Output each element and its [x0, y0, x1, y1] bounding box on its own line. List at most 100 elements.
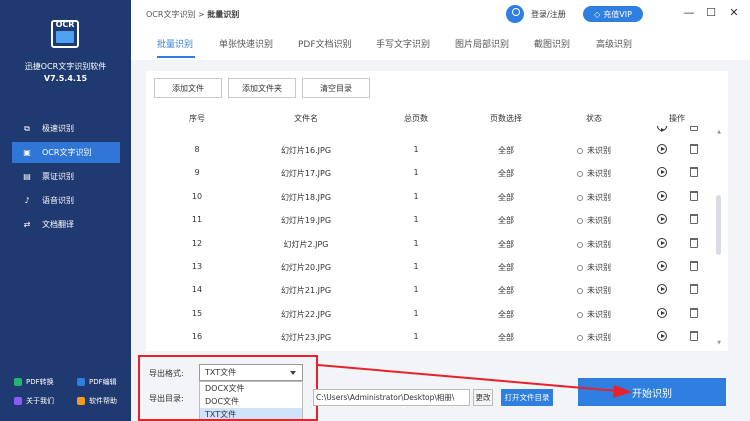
- trash-icon[interactable]: [690, 284, 698, 294]
- pdf-convert-icon: [14, 378, 22, 386]
- row-number: 9: [194, 168, 200, 177]
- clear-list-button[interactable]: 清空目录: [302, 78, 370, 98]
- add-file-button[interactable]: 添加文件: [154, 78, 222, 98]
- sidebar-item-ticket[interactable]: ▤ 票证识别: [12, 166, 120, 187]
- user-avatar-icon[interactable]: [506, 5, 524, 23]
- trash-icon[interactable]: [690, 214, 698, 224]
- close-button[interactable]: ✕: [727, 5, 741, 21]
- ocr-scan-icon: ⧉: [24, 123, 30, 133]
- row-filename: 幻灯片16.JPG: [280, 146, 332, 155]
- col-filename: 文件名: [294, 114, 318, 123]
- play-icon[interactable]: [657, 238, 667, 248]
- tab-screenshot[interactable]: 截图识别: [534, 37, 570, 50]
- trash-icon[interactable]: [690, 331, 698, 341]
- col-actions: 操作: [669, 114, 685, 123]
- row-number: 15: [191, 309, 203, 318]
- row-filename: 幻灯片17.JPG: [280, 169, 332, 178]
- tab-advanced[interactable]: 高级识别: [596, 37, 632, 50]
- row-page-range: 全部: [498, 240, 514, 249]
- footer-pdf-edit[interactable]: PDF编辑: [77, 377, 117, 387]
- row-page-range: 全部: [498, 216, 514, 225]
- sidebar-item-translate[interactable]: ⇄ 文档翻译: [12, 214, 120, 235]
- footer-about[interactable]: 关于我们: [14, 396, 54, 406]
- sidebar-item-voice[interactable]: ♪ 语音识别: [12, 190, 120, 211]
- play-icon[interactable]: [657, 214, 667, 224]
- sidebar-item-ocr[interactable]: ▣ OCR文字识别: [12, 142, 120, 163]
- table-row[interactable]: 13 幻灯片20.JPG 1 全部 未识别: [146, 256, 716, 278]
- status-dot-icon: [577, 287, 583, 294]
- export-dir-field[interactable]: C:\Users\Administrator\Desktop\相册\: [313, 389, 470, 406]
- sidebar-item-fast[interactable]: ⧉ 极速识别: [12, 118, 120, 139]
- about-icon: [14, 397, 22, 405]
- table-row[interactable]: 12 幻灯片2.JPG 1 全部 未识别: [146, 233, 716, 255]
- scrollbar-thumb[interactable]: [716, 195, 721, 255]
- status-dot-icon: [577, 217, 583, 224]
- breadcrumb: OCR文字识别 > 批量识别: [146, 9, 239, 20]
- row-filename: 幻灯片2.JPG: [283, 240, 329, 249]
- status-dot-icon: [577, 241, 583, 248]
- breadcrumb-root[interactable]: OCR文字识别: [146, 10, 195, 19]
- trash-icon[interactable]: [690, 126, 698, 131]
- sidebar-item-label: 文档翻译: [42, 220, 74, 229]
- scroll-down-arrow[interactable]: ▼: [716, 340, 722, 346]
- trash-icon[interactable]: [690, 144, 698, 154]
- footer-help[interactable]: 软件帮助: [77, 396, 117, 406]
- trash-icon[interactable]: [690, 261, 698, 271]
- change-dir-button[interactable]: 更改: [473, 389, 493, 406]
- text-scan-icon: ▣: [23, 147, 31, 157]
- row-pages: 1: [413, 145, 419, 154]
- row-status: 未识别: [566, 239, 622, 250]
- scroll-up-arrow[interactable]: ▲: [716, 129, 722, 135]
- vip-button[interactable]: ◇ 充值VIP: [583, 6, 643, 22]
- trash-icon[interactable]: [690, 191, 698, 201]
- play-icon[interactable]: [657, 331, 667, 341]
- play-icon[interactable]: [657, 167, 667, 177]
- play-icon[interactable]: [657, 191, 667, 201]
- table-row[interactable]: 9 幻灯片17.JPG 1 全部 未识别: [146, 162, 716, 184]
- pdf-edit-icon: [77, 378, 85, 386]
- row-status: 未识别: [566, 192, 622, 203]
- app-name: 迅捷OCR文字识别软件: [24, 62, 107, 71]
- row-filename: 幻灯片21.JPG: [280, 286, 332, 295]
- add-folder-button[interactable]: 添加文件夹: [228, 78, 296, 98]
- row-number: 10: [191, 192, 203, 201]
- row-number: 12: [191, 239, 203, 248]
- start-recognition-button[interactable]: 开始识别: [578, 378, 726, 406]
- play-icon[interactable]: [657, 261, 667, 271]
- sidebar-item-label: 语音识别: [42, 196, 74, 205]
- maximize-button[interactable]: ☐: [704, 5, 718, 21]
- trash-icon[interactable]: [690, 238, 698, 248]
- trash-icon[interactable]: [690, 167, 698, 177]
- row-page-range: 全部: [498, 193, 514, 202]
- table-row[interactable]: 15 幻灯片22.JPG 1 全部 未识别: [146, 303, 716, 325]
- sidebar-item-label: OCR文字识别: [42, 148, 92, 157]
- play-icon[interactable]: [657, 144, 667, 154]
- col-page-range: 页数选择: [490, 114, 522, 123]
- login-link[interactable]: 登录/注册: [531, 9, 566, 20]
- open-folder-button[interactable]: 打开文件目录: [501, 389, 553, 406]
- row-page-range: 全部: [498, 263, 514, 272]
- table-row[interactable]: 14 幻灯片21.JPG 1 全部 未识别: [146, 279, 716, 301]
- table-row[interactable]: 10 幻灯片18.JPG 1 全部 未识别: [146, 186, 716, 208]
- tab-single-fast[interactable]: 单张快速识别: [219, 37, 273, 50]
- minimize-button[interactable]: —: [682, 5, 696, 21]
- row-pages: 1: [413, 215, 419, 224]
- tab-image-region[interactable]: 图片局部识别: [455, 37, 509, 50]
- row-page-range: 全部: [498, 310, 514, 319]
- row-number: 13: [191, 262, 203, 271]
- row-pages: 1: [413, 285, 419, 294]
- highlight-box: [138, 355, 318, 421]
- tab-batch[interactable]: 批量识别: [157, 37, 193, 50]
- table-row[interactable]: 11 幻灯片19.JPG 1 全部 未识别: [146, 209, 716, 231]
- play-icon[interactable]: [657, 284, 667, 294]
- footer-pdf-convert[interactable]: PDF转换: [14, 377, 54, 387]
- tab-handwriting[interactable]: 手写文字识别: [376, 37, 430, 50]
- row-pages: 1: [413, 192, 419, 201]
- trash-icon[interactable]: [690, 308, 698, 318]
- play-icon[interactable]: [657, 308, 667, 318]
- table-row[interactable]: 8 幻灯片16.JPG 1 全部 未识别: [146, 139, 716, 161]
- table-row[interactable]: 16 幻灯片23.JPG 1 全部 未识别: [146, 326, 716, 348]
- status-dot-icon: [577, 170, 583, 177]
- tab-pdf[interactable]: PDF文档识别: [298, 37, 352, 50]
- translate-icon: ⇄: [23, 219, 31, 229]
